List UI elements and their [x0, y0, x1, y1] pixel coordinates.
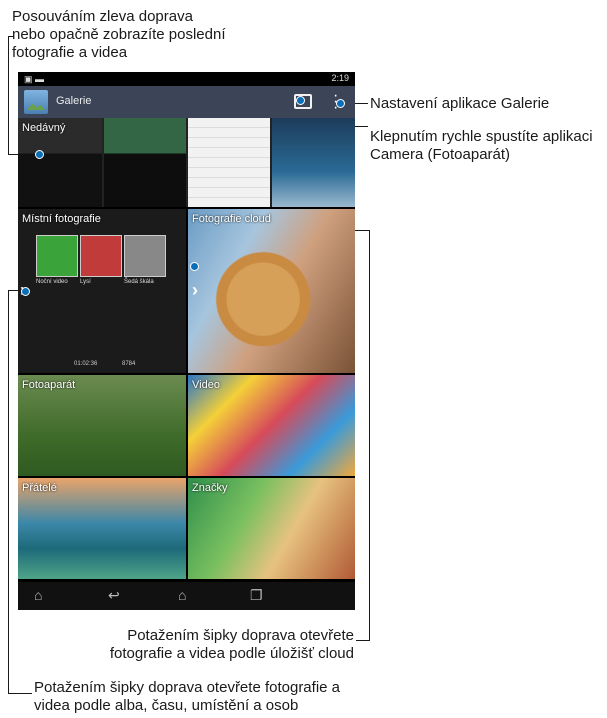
leader-recent-v	[8, 36, 9, 154]
home-icon[interactable]: ⌂	[178, 587, 186, 603]
tile-video[interactable]: Video	[188, 375, 355, 476]
tablet-screen: ▣ ▬ 2:19 Galerie ··· Nedávný Místní foto…	[18, 72, 355, 610]
cloud-expand-arrow-icon[interactable]: ›	[192, 280, 198, 301]
leader-local-v	[8, 290, 9, 693]
local-video-count: 01:02:36	[74, 361, 98, 367]
home-up-icon[interactable]: ⌂	[34, 587, 42, 603]
back-icon[interactable]: ↩	[108, 587, 120, 604]
tile-tags-label: Značky	[192, 482, 228, 494]
tile-camera-label: Fotoaparát	[22, 379, 76, 391]
tile-camera[interactable]: Fotoaparát	[18, 375, 186, 476]
gallery-app-icon[interactable]	[24, 90, 48, 114]
local-thumb-1	[36, 235, 78, 277]
tile-cloud-label: Fotografie cloud	[192, 213, 271, 225]
callout-local-arrow: Potažením šipky doprava otevřete fotogra…	[34, 679, 341, 714]
tile-recent-label: Nedávný	[22, 122, 66, 134]
marker-camera	[296, 96, 305, 105]
status-time: 2:19	[331, 73, 349, 83]
tile-tags[interactable]: Značky	[188, 478, 355, 579]
tile-friends-label: Přátelé	[22, 482, 57, 494]
tile-video-label: Video	[192, 379, 220, 391]
local-thumb-1-label: Noční video	[36, 279, 68, 285]
recent-panel-4[interactable]	[272, 118, 355, 207]
local-thumb-2	[80, 235, 122, 277]
status-bar: ▣ ▬ 2:19	[18, 72, 355, 86]
tile-cloud-photos[interactable]: Fotografie cloud ›	[188, 209, 355, 373]
marker-settings	[336, 99, 345, 108]
local-thumb-3	[124, 235, 166, 277]
navigation-bar: ⌂ ↩ ⌂ ❐	[18, 582, 355, 610]
tile-recent[interactable]: Nedávný	[18, 118, 355, 207]
tile-friends[interactable]: Přátelé	[18, 478, 186, 579]
callout-swipe-recent: Posouváním zleva doprava nebo opačně zob…	[12, 8, 226, 61]
recent-panel-2[interactable]	[104, 118, 186, 207]
recent-apps-icon[interactable]: ❐	[250, 587, 263, 604]
marker-local	[21, 287, 30, 296]
marker-recent	[35, 150, 44, 159]
leader-local-h2	[8, 693, 32, 694]
app-title: Galerie	[56, 95, 92, 107]
local-thumb-3-label: Šedá škála	[124, 279, 154, 285]
notification-icons: ▣ ▬	[24, 74, 45, 84]
leader-cloud-v	[369, 230, 370, 640]
recent-panel-3[interactable]	[188, 118, 270, 207]
callout-cloud-arrow: Potažením šipky doprava otevřete fotogra…	[109, 627, 354, 662]
tile-local-photos[interactable]: Místní fotografie Noční video Lysí Šedá …	[18, 209, 186, 373]
tile-local-label: Místní fotografie	[22, 213, 101, 225]
local-photo-count: 8784	[122, 361, 136, 367]
callout-settings: Nastavení aplikace Galerie	[370, 95, 550, 112]
callout-camera-launch: Klepnutím rychle spustíte aplikaci Camer…	[370, 128, 593, 163]
leader-cloud-h2	[356, 640, 370, 641]
marker-cloud	[190, 262, 199, 271]
local-thumb-2-label: Lysí	[80, 279, 91, 285]
